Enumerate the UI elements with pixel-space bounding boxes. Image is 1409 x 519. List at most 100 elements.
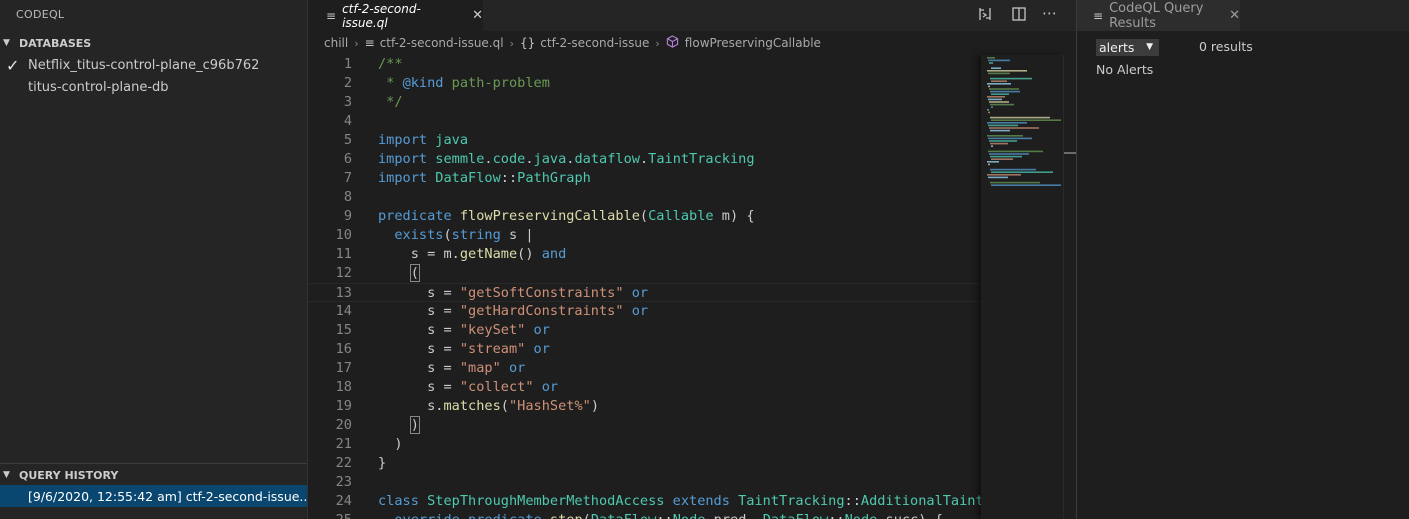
breadcrumb-item-folder[interactable]: chill (324, 36, 348, 50)
minimap-line (989, 88, 1019, 90)
code-line[interactable]: 15 s = "keySet" or (308, 321, 981, 340)
code-text: s = "getHardConstraints" or (378, 303, 649, 319)
line-number: 7 (343, 170, 352, 186)
minimap-line (990, 142, 1008, 145)
sidebar-title: CODEQL (16, 8, 65, 21)
chevron-down-icon: ▼ (3, 470, 10, 480)
breadcrumb: chill › ≡ ctf-2-second-issue.ql › {} ctf… (308, 31, 1076, 55)
minimap-line (990, 181, 1040, 184)
code-line[interactable]: 22} (308, 454, 981, 473)
close-icon[interactable]: ✕ (472, 8, 483, 23)
code-text: } (378, 455, 387, 471)
code-line[interactable]: 19 s.matches("HashSet%") (308, 397, 981, 416)
open-changes-icon[interactable] (977, 6, 993, 26)
code-line[interactable]: 18 s = "collect" or (308, 378, 981, 397)
line-number: 25 (308, 511, 352, 519)
query-results-panel: ≡ CodeQL Query Results ✕ alerts ▼ 0 resu… (1077, 0, 1409, 519)
code-line[interactable]: 17 s = "map" or (308, 359, 981, 378)
line-number: 10 (335, 227, 352, 243)
minimap-line (991, 171, 1053, 173)
minimap-line (989, 140, 1017, 142)
code-area[interactable]: 1/** 2 * @kind path-problem 3 */4 5 import j… (308, 55, 981, 519)
no-alerts-message: No Alerts (1096, 62, 1154, 77)
code-line[interactable]: 9 predicate flowPreservingCallable(Callab… (308, 207, 981, 226)
minimap-line (990, 155, 1022, 158)
minimap-line (989, 62, 993, 64)
code-line[interactable]: 13 s = "getSoftConstraints" or (308, 283, 981, 302)
code-line[interactable]: 2 * @kind path-problem (308, 74, 981, 93)
code-line[interactable]: 20 ) (308, 416, 981, 435)
results-tab-label: CodeQL Query Results (1109, 0, 1204, 31)
minimap-line (987, 161, 999, 163)
code-text: ) (409, 416, 420, 434)
cube-icon (666, 35, 679, 51)
code-line[interactable]: 25 override predicate step(DataFlow::Nod… (308, 511, 981, 519)
minimap-line (988, 59, 1010, 62)
code-line[interactable]: 8 (308, 188, 981, 207)
checkmark-icon: ✓ (6, 55, 20, 75)
minimap-line (991, 119, 1061, 121)
code-editor: ≡ ctf-2-second-issue.ql ✕ ⋯ chill › ≡ ct… (308, 0, 1077, 519)
line-number: 19 (335, 398, 352, 414)
code-text: exists(string s | (394, 227, 534, 243)
code-line[interactable]: 11 s = m.getName() and (308, 245, 981, 264)
minimap-line (987, 109, 989, 111)
databases-section-header[interactable]: ▼ DATABASES (0, 32, 307, 54)
result-set-select[interactable]: alerts ▼ (1096, 39, 1159, 56)
minimap-line (990, 77, 1032, 80)
minimap-line (990, 129, 1010, 132)
line-number: 21 (335, 436, 352, 452)
code-line[interactable]: 10 exists(string s | (308, 226, 981, 245)
minimap-line (988, 85, 990, 88)
database-item[interactable]: ✓ Netflix_titus-control-plane_c96b762 (0, 54, 307, 76)
query-history-item[interactable]: [9/6/2020, 12:55:42 am] ctf-2-second-iss… (0, 485, 307, 507)
minimap-line (991, 80, 1007, 82)
code-line[interactable]: 7 import DataFlow::PathGraph (308, 169, 981, 188)
line-number: 23 (335, 474, 352, 490)
code-line[interactable]: 1 /** (308, 55, 981, 74)
code-text: predicate flowPreservingCallable(Callabl… (378, 208, 755, 224)
database-item[interactable]: titus-control-plane-db (0, 76, 307, 98)
database-item-label: titus-control-plane-db (28, 79, 169, 95)
more-actions-icon[interactable]: ⋯ (1042, 4, 1057, 22)
code-line[interactable]: 16 s = "stream" or (308, 340, 981, 359)
code-line[interactable]: 4 (308, 112, 981, 131)
line-number: 3 (343, 94, 352, 110)
minimap-line (987, 135, 1023, 137)
minimap-line (988, 124, 1018, 127)
code-line[interactable]: 5 import java (308, 131, 981, 150)
result-count: 0 results (1199, 39, 1253, 54)
code-text: class StepThroughMemberMethodAccess exte… (378, 493, 981, 509)
code-line[interactable]: 21 ) (308, 435, 981, 454)
minimap-line (987, 83, 1011, 85)
line-number: 9 (343, 208, 352, 224)
code-line[interactable]: 14 s = "getHardConstraints" or (308, 302, 981, 321)
code-line[interactable]: 24 class StepThroughMemberMethodAccess ex… (308, 492, 981, 511)
line-number: 11 (335, 246, 352, 262)
results-tab[interactable]: ≡ CodeQL Query Results ✕ (1077, 0, 1240, 31)
minimap-line (990, 116, 1050, 119)
query-history-section-header[interactable]: ▼ QUERY HISTORY (0, 463, 307, 486)
minimap[interactable] (981, 55, 1063, 519)
code-line[interactable]: 3 */ (308, 93, 981, 112)
code-line[interactable]: 12 ( (308, 264, 981, 283)
line-number: 17 (335, 360, 352, 376)
split-editor-icon[interactable] (1011, 6, 1027, 26)
minimap-line (988, 176, 1008, 179)
breadcrumb-item-symbol[interactable]: flowPreservingCallable (666, 35, 821, 51)
editor-tab[interactable]: ≡ ctf-2-second-issue.ql ✕ (308, 0, 483, 31)
breadcrumb-item-file[interactable]: ≡ ctf-2-second-issue.ql (365, 36, 504, 50)
line-number: 15 (335, 322, 352, 338)
code-text: ( (409, 264, 420, 282)
code-line[interactable]: 6 import semmle.code.java.dataflow.TaintT… (308, 150, 981, 169)
code-text: * @kind path-problem (378, 75, 550, 91)
minimap-line (987, 70, 1027, 72)
minimap-line (991, 184, 1061, 186)
editor-scrollbar[interactable] (1063, 55, 1077, 519)
minimap-line (990, 103, 1014, 106)
code-line[interactable]: 23 (308, 473, 981, 492)
breadcrumb-item-module[interactable]: {} ctf-2-second-issue (520, 36, 649, 50)
line-number: 18 (335, 379, 352, 395)
code-text: import DataFlow::PathGraph (378, 170, 591, 186)
close-icon[interactable]: ✕ (1229, 8, 1240, 23)
